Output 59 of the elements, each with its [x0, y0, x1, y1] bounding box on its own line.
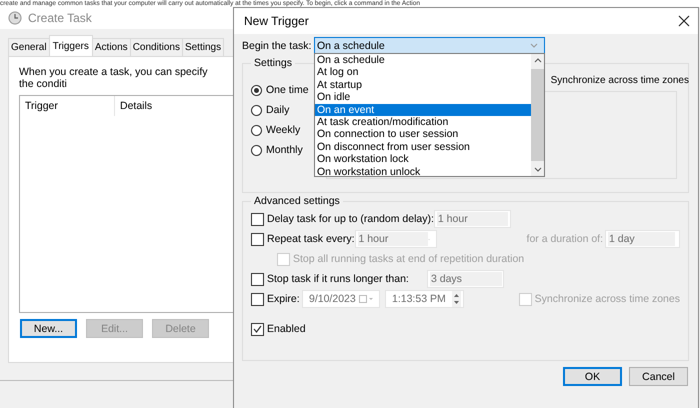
description-text: When you create a task, you can specify the conditi — [19, 66, 209, 90]
radio-button[interactable] — [251, 144, 262, 156]
radio-label: Monthly — [266, 144, 303, 156]
radio-label: One time — [266, 84, 309, 96]
tab[interactable]: General — [8, 38, 50, 56]
checkmark-icon — [253, 325, 262, 333]
list-option[interactable]: On workstation lock — [315, 153, 531, 166]
list-option[interactable]: On connection to user session — [315, 128, 531, 141]
clock-icon — [8, 11, 22, 25]
list-option[interactable]: At startup — [315, 78, 531, 92]
list-option[interactable]: At task creation/modification — [315, 116, 531, 128]
chevron-up-icon — [534, 58, 542, 63]
spinner-icon — [452, 291, 461, 307]
radio-button[interactable] — [251, 84, 262, 96]
checkbox[interactable] — [251, 272, 264, 286]
column-header[interactable]: Details — [115, 96, 220, 116]
tab[interactable]: Settings — [182, 38, 224, 56]
list-option[interactable]: At log on — [315, 66, 531, 79]
checkbox[interactable] — [251, 232, 264, 246]
chevron-down-icon — [534, 167, 542, 172]
scrollbar[interactable] — [531, 54, 544, 176]
list-option[interactable]: On an event — [315, 104, 531, 116]
button[interactable]: Cancel — [629, 367, 688, 386]
button[interactable]: New... — [20, 319, 77, 338]
column-header[interactable]: Trigger — [20, 96, 115, 116]
list-option[interactable]: On idle — [315, 91, 531, 104]
list-option[interactable]: On disconnect from user session — [315, 140, 531, 154]
field-label: for a duration of: — [526, 233, 603, 245]
time-field[interactable]: 1:13:53 PM — [385, 290, 464, 308]
close-icon — [678, 15, 690, 27]
checkbox[interactable] — [251, 322, 264, 336]
checkbox-label: Synchronize across time zones — [534, 293, 680, 305]
dialog-title: New Trigger — [244, 14, 309, 28]
checkbox-label: Enabled — [267, 323, 306, 335]
checkbox[interactable] — [251, 292, 264, 306]
checkbox-label: Repeat task every: — [267, 233, 355, 245]
window-title: Create Task — [28, 11, 92, 25]
chevron-down-icon — [530, 43, 538, 48]
date-field[interactable]: 9/10/2023 — [302, 290, 380, 308]
radio-button[interactable] — [251, 104, 262, 116]
checkbox-label: Synchronize across time zones — [550, 75, 689, 86]
checkbox-label: Stop task if it runs longer than: — [267, 273, 410, 285]
checkbox[interactable] — [251, 212, 264, 226]
list-option[interactable]: On workstation unlock — [315, 166, 531, 176]
group-title: Advanced settings — [253, 195, 341, 207]
scrollbar-thumb[interactable] — [531, 69, 544, 161]
checkbox-label: Stop all running tasks at end of repetition duration — [293, 253, 524, 265]
group-title: Settings — [253, 57, 293, 69]
radio-label: Daily — [266, 104, 290, 116]
field-label: Begin the task: — [242, 40, 312, 52]
button[interactable]: OK — [563, 367, 622, 386]
list-option[interactable]: On a schedule — [315, 54, 531, 66]
begin-task-dropdown[interactable]: On a schedule — [314, 37, 545, 54]
tab[interactable]: Triggers — [48, 35, 93, 56]
calendar-icon — [359, 295, 373, 303]
checkbox-label: Delay task for up to (random delay): — [267, 213, 434, 225]
checkbox-label: Expire: — [267, 293, 301, 305]
radio-button[interactable] — [251, 124, 262, 136]
radio-label: Weekly — [266, 124, 300, 136]
